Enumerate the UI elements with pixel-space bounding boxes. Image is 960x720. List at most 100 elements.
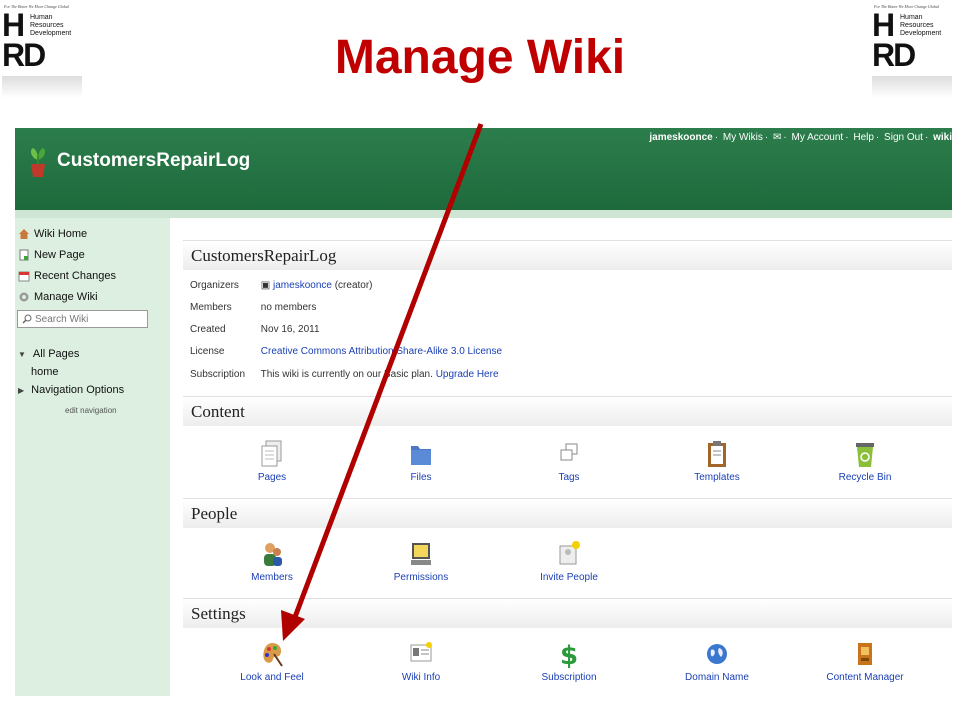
sidebar-item-new-page[interactable]: New Page — [18, 249, 85, 261]
look-and-feel-label: Look and Feel — [240, 672, 304, 683]
sep: · — [924, 132, 929, 143]
all-pages-label: All Pages — [32, 348, 80, 360]
members-icon — [264, 543, 282, 566]
search-input[interactable]: Search Wiki — [17, 310, 148, 328]
wiki-info-heading: CustomersRepairLog — [183, 240, 952, 270]
my-account-link[interactable]: My Account — [792, 132, 844, 143]
organizer-role: (creator) — [334, 280, 373, 291]
pages-label: Pages — [257, 472, 287, 483]
content-item-templates[interactable]: Templates — [657, 440, 777, 483]
content-item-pages[interactable]: Pages — [212, 440, 332, 483]
wiki-screenshot: CustomersRepairLog jameskoonce · My Wikis… — [15, 128, 952, 696]
content-item-recycle-bin[interactable]: Recycle Bin — [805, 440, 925, 483]
navigation-options-toggle[interactable]: ▶ Navigation Options — [18, 384, 124, 396]
domain-name-label: Domain Name — [685, 672, 749, 683]
logo-line1: Human — [30, 14, 53, 21]
created-value: Nov 16, 2011 — [260, 324, 320, 335]
sidebar-item-label: Manage Wiki — [34, 291, 98, 303]
settings-item-content-manager[interactable]: Content Manager — [805, 640, 925, 683]
invite-people-label: Invite People — [540, 572, 598, 583]
navigation-options-label: Navigation Options — [31, 384, 125, 396]
logo-text: Human Resources Development — [30, 14, 71, 38]
members-label: Members — [190, 302, 232, 313]
collapsed-triangle-icon: ▶ — [18, 385, 25, 395]
hrd-logo-left: For The Better We Move Change Global H R… — [2, 4, 88, 98]
wiki-info-icon — [410, 642, 432, 662]
content-item-files[interactable]: Files — [361, 440, 481, 483]
logo-letters-rd: RD — [2, 37, 46, 73]
search-icon — [22, 314, 32, 324]
palette-icon — [263, 643, 283, 667]
sidebar-link-home[interactable]: home — [31, 366, 59, 378]
settings-item-wiki-info[interactable]: Wiki Info — [361, 640, 481, 683]
all-pages-toggle[interactable]: ▼ All Pages — [18, 348, 79, 360]
logo-line2: Resources — [30, 22, 64, 29]
people-item-members[interactable]: Members — [212, 540, 332, 583]
folder-icon — [411, 446, 431, 465]
house-icon — [19, 229, 29, 239]
new-page-icon — [19, 249, 29, 261]
created-row: Created Nov 16, 2011 — [190, 324, 320, 335]
license-label: License — [190, 346, 225, 357]
people-item-permissions[interactable]: Permissions — [361, 540, 481, 583]
edit-navigation-link[interactable]: edit navigation — [65, 406, 117, 415]
calendar-icon — [18, 271, 30, 282]
subscription-label: Subscription — [190, 369, 246, 380]
license-link[interactable]: Creative Commons Attribution Share-Alike… — [261, 346, 502, 357]
subscription-item-label: Subscription — [541, 672, 597, 683]
license-row: License Creative Commons Attribution Sha… — [190, 346, 502, 357]
templates-label: Templates — [694, 472, 740, 483]
sidebar-item-wiki-home[interactable]: Wiki Home — [18, 228, 87, 240]
brand-link[interactable]: wiki — [933, 132, 952, 143]
people-item-invite-people[interactable]: Invite People — [509, 540, 629, 583]
content-item-tags[interactable]: Tags — [509, 440, 629, 483]
organizers-row: Organizers ▣ jameskoonce (creator) — [190, 280, 373, 291]
subscription-row: Subscription This wiki is currently on o… — [190, 369, 499, 380]
members-value: no members — [260, 302, 317, 313]
sidebar-item-label: New Page — [34, 249, 85, 261]
organizer-link[interactable]: jameskoonce — [273, 280, 332, 291]
settings-item-look-and-feel[interactable]: Look and Feel — [212, 640, 332, 683]
hrd-logo-right: For The Better We Move Change Global H R… — [872, 4, 958, 98]
svg-text:$: $ — [560, 641, 578, 668]
slide-title: Manage Wiki — [334, 31, 626, 84]
content-manager-icon — [858, 643, 872, 665]
logo-line3: Development — [900, 30, 942, 37]
logo-reflection — [872, 76, 952, 98]
my-wikis-link[interactable]: My Wikis — [723, 132, 763, 143]
logo-line1: Human — [900, 14, 923, 21]
mail-icon[interactable]: ✉ — [773, 132, 781, 143]
logo-line3: Development — [30, 30, 72, 37]
settings-item-domain-name[interactable]: Domain Name — [657, 640, 777, 683]
user-links: jameskoonce · My Wikis · ✉ · My Account · He… — [647, 132, 952, 143]
expanded-triangle-icon: ▼ — [18, 349, 26, 359]
search-placeholder: Search Wiki — [35, 314, 89, 325]
sign-out-link[interactable]: Sign Out — [884, 132, 923, 143]
recycle-bin-icon — [856, 443, 874, 467]
pages-icon — [261, 440, 282, 467]
settings-heading: Settings — [183, 598, 952, 628]
people-heading: People — [183, 498, 952, 528]
sidebar-item-recent-changes[interactable]: Recent Changes — [18, 270, 116, 282]
username-link[interactable]: jameskoonce — [649, 132, 712, 143]
content-manager-label: Content Manager — [826, 672, 904, 683]
user-avatar-icon: ▣ — [260, 280, 271, 291]
sidebar: Wiki Home New Page Recent Changes Manage… — [15, 218, 170, 696]
wiki-name[interactable]: CustomersRepairLog — [57, 150, 250, 172]
recycle-bin-label: Recycle Bin — [838, 472, 892, 483]
subscription-text: This wiki is currently on our Basic plan… — [260, 369, 433, 380]
home-link-label: home — [31, 366, 59, 378]
header-divider — [15, 210, 952, 218]
sidebar-item-manage-wiki[interactable]: Manage Wiki — [18, 291, 98, 303]
wiki-header: CustomersRepairLog jameskoonce · My Wikis… — [15, 128, 952, 210]
manage-wiki-panel: CustomersRepairLog Organizers ▣ jameskoo… — [180, 218, 952, 696]
tags-icon — [560, 443, 578, 461]
clipboard-icon — [708, 441, 726, 467]
globe-icon — [707, 644, 727, 664]
upgrade-link[interactable]: Upgrade Here — [436, 369, 499, 380]
help-link[interactable]: Help — [853, 132, 874, 143]
files-label: Files — [410, 472, 432, 483]
logo-text: Human Resources Development — [900, 14, 941, 38]
settings-item-subscription[interactable]: $ Subscription — [509, 640, 629, 683]
dollar-icon: $ — [560, 641, 578, 668]
